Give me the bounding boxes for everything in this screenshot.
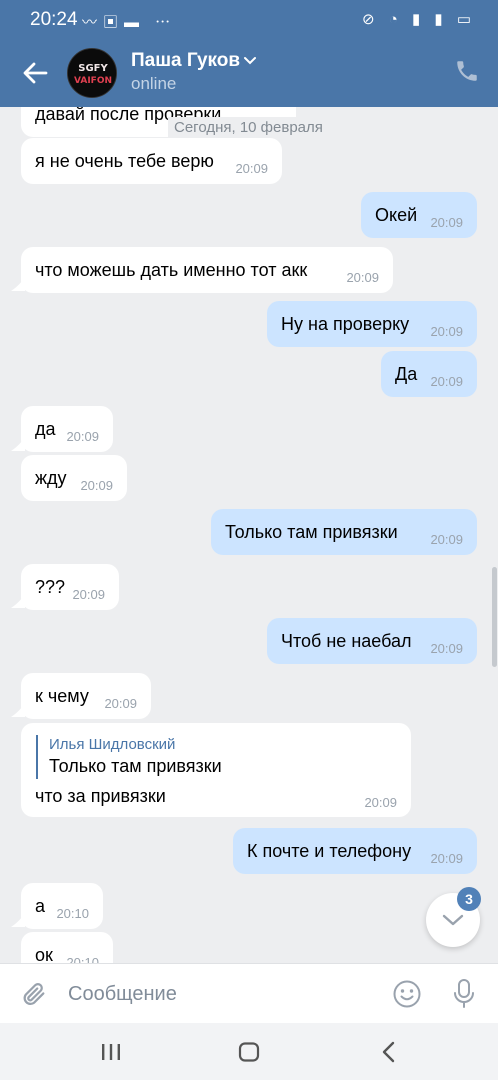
reply-indicator [36,735,38,779]
svg-text:VAIFON: VAIFON [74,76,112,86]
date-separator: Сегодня, 10 февраля [168,117,329,138]
phone-call-icon[interactable] [454,58,480,84]
back-arrow-icon[interactable] [20,58,50,88]
contact-name[interactable]: Паша Гуков [131,50,240,72]
message-outgoing[interactable]: Да 20:09 [381,351,477,397]
emoji-icon[interactable] [392,979,422,1009]
contact-avatar[interactable]: SGFY VAIFON [67,48,117,98]
message-incoming[interactable]: ок 20:10 [21,932,113,963]
message-incoming[interactable]: да 20:09 [21,406,113,452]
message-incoming[interactable]: я не очень тебе верю 20:09 [21,138,282,184]
recent-apps-icon[interactable] [100,1042,122,1062]
message-outgoing[interactable]: Ну на проверку 20:09 [267,301,477,347]
message-list[interactable]: давай после проверки Сегодня, 10 февраля… [0,107,498,963]
notification-icons: 〰▣▬ ⋯ [82,14,177,31]
message-outgoing[interactable]: Только там привязки 20:09 [211,509,477,555]
reply-author[interactable]: Илья Шидловский [49,736,175,753]
unread-badge: 3 [457,887,481,911]
message-time: 20:09 [364,795,397,810]
message-outgoing[interactable]: Окей 20:09 [361,192,477,238]
message-input[interactable] [68,976,368,1012]
message-outgoing[interactable]: К почте и телефону 20:09 [233,828,477,874]
app-header: 20:24 〰▣▬ ⋯ ⊘ ◔ ▮ ▮ ▭ SGFY VAIFON Паша Г… [0,0,498,107]
message-text: что за привязки [35,786,166,806]
status-bar: 20:24 〰▣▬ ⋯ ⊘ ◔ ▮ ▮ ▭ [0,0,498,38]
message-incoming[interactable]: жду 20:09 [21,455,127,501]
microphone-icon[interactable] [452,978,476,1010]
contact-status: online [131,74,177,93]
message-outgoing[interactable]: Чтоб не наебал 20:09 [267,618,477,664]
system-icons: ⊘ ◔ ▮ ▮ ▭ [362,11,476,28]
attach-icon[interactable] [20,980,48,1008]
chevron-down-icon [442,914,464,926]
svg-text:SGFY: SGFY [78,63,108,74]
chevron-down-icon[interactable] [243,56,257,66]
message-with-reply[interactable]: Илья Шидловский Только там привязки что … [21,723,411,817]
scrollbar[interactable] [492,567,497,667]
message-incoming[interactable]: ??? 20:09 [21,564,119,610]
message-incoming[interactable]: что можешь дать именно тот акк 20:09 [21,247,393,293]
message-incoming[interactable]: а 20:10 [21,883,103,929]
home-icon[interactable] [238,1042,260,1062]
message-incoming[interactable]: к чему 20:09 [21,673,151,719]
system-nav-bar [0,1023,498,1080]
reply-quote[interactable]: Только там привязки [49,756,222,777]
message-composer [0,963,498,1023]
status-time: 20:24 [30,9,78,30]
back-icon[interactable] [380,1041,398,1063]
